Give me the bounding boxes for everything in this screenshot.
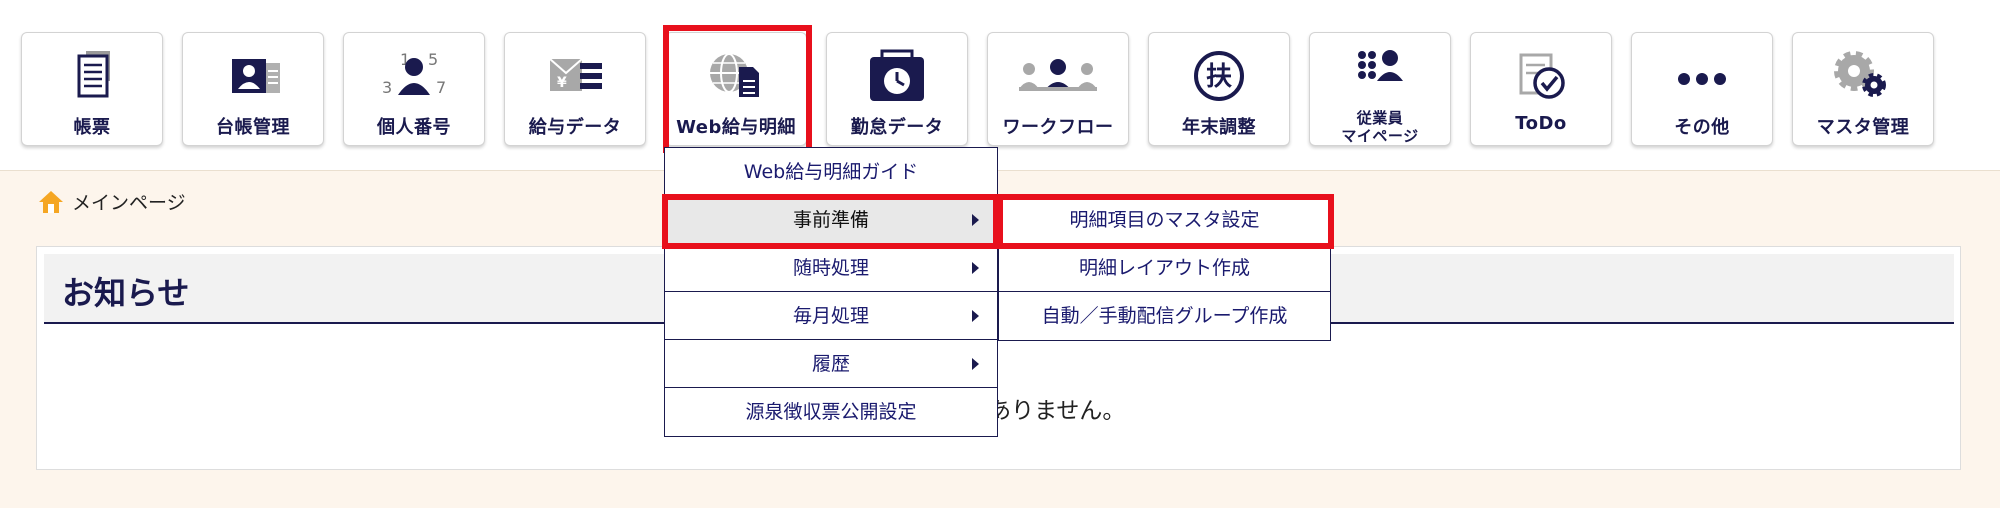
toolbar-tile-attendance[interactable]: 勤怠データ <box>826 32 968 146</box>
salary-envelope-icon: ¥ <box>549 58 602 91</box>
toolbar-tile-ledger[interactable]: 台帳管理 <box>182 32 324 146</box>
tile-label: ワークフロー <box>1002 117 1114 138</box>
tile-label-line1: 従業員 <box>1356 109 1404 127</box>
tile-label: マスタ管理 <box>1816 117 1910 138</box>
menu-item-label: 事前準備 <box>792 209 869 231</box>
todo-check-icon <box>1519 53 1565 99</box>
tile-label: 給与データ <box>528 117 622 138</box>
menu-item-label: Web給与明細ガイド <box>743 161 919 183</box>
tile-label: 従業員 マイページ <box>1310 109 1450 145</box>
preparation-submenu: 明細項目のマスタ設定 明細レイアウト作成 自動／手動配信グループ作成 <box>998 195 1331 341</box>
fu-glyph: 扶 <box>1206 62 1232 92</box>
toolbar-tile-master[interactable]: マスタ管理 <box>1792 32 1934 146</box>
notice-title: お知らせ <box>62 274 190 312</box>
menu-item-withholding-slip-settings[interactable]: 源泉徴収票公開設定 <box>665 388 997 436</box>
svg-text:7: 7 <box>436 78 446 97</box>
menu-item-label: 毎月処理 <box>792 305 869 327</box>
person-number-icon: 1 5 3 7 <box>382 50 446 97</box>
more-dots-icon <box>1678 73 1726 85</box>
toolbar-tile-salary-data[interactable]: ¥ 給与データ <box>504 32 646 146</box>
svg-text:3: 3 <box>382 78 392 97</box>
menu-item-guide[interactable]: Web給与明細ガイド <box>665 148 997 196</box>
menu-item-monthly-processing[interactable]: 毎月処理 <box>665 292 997 340</box>
gears-icon <box>1834 51 1886 97</box>
menu-item-label: 履歴 <box>811 353 850 375</box>
toolbar-tile-todo[interactable]: ToDo <box>1470 32 1612 146</box>
menu-item-history[interactable]: 履歴 <box>665 340 997 388</box>
submenu-arrow-icon <box>972 214 979 226</box>
document-list-icon <box>77 51 110 98</box>
svg-text:¥: ¥ <box>557 75 567 91</box>
fu-circle-icon: 扶 <box>1194 51 1244 101</box>
menu-item-label: 随時処理 <box>792 257 869 279</box>
tile-label: 年末調整 <box>1182 117 1256 138</box>
toolbar-tile-employee-mypage[interactable]: 従業員 マイページ <box>1309 32 1451 146</box>
svg-text:5: 5 <box>428 50 438 69</box>
submenu-item-delivery-group[interactable]: 自動／手動配信グループ作成 <box>999 292 1330 340</box>
breadcrumb-main-page[interactable]: メインページ <box>72 188 186 215</box>
toolbar-tile-others[interactable]: その他 <box>1631 32 1773 146</box>
submenu-item-layout-creation[interactable]: 明細レイアウト作成 <box>999 244 1330 292</box>
submenu-item-master-settings[interactable]: 明細項目のマスタ設定 <box>999 196 1330 244</box>
home-icon[interactable] <box>38 189 64 215</box>
tile-label: 帳票 <box>73 117 111 138</box>
employee-grid-icon <box>1358 50 1403 81</box>
highlight-box-web-payslip <box>663 25 812 153</box>
menu-item-preparation[interactable]: 事前準備 <box>665 196 997 244</box>
no-notice-text: お知らせはありません。 <box>873 398 1126 424</box>
tile-label: 勤怠データ <box>850 117 944 138</box>
submenu-arrow-icon <box>972 358 979 370</box>
timecard-clock-icon <box>870 49 924 101</box>
menu-item-label: 源泉徴収票公開設定 <box>745 401 917 423</box>
id-card-icon <box>232 59 280 93</box>
top-toolbar: 帳票 台帳管理 1 5 3 7 個人番号 ¥ 給与データ Web給与明細 勤怠デ… <box>0 0 2000 171</box>
submenu-arrow-icon <box>972 262 979 274</box>
toolbar-tile-reports[interactable]: 帳票 <box>21 32 163 146</box>
tile-label: その他 <box>1674 117 1730 138</box>
tile-label: 台帳管理 <box>216 117 290 138</box>
workflow-people-icon <box>1019 59 1097 91</box>
web-payslip-dropdown-menu: Web給与明細ガイド 事前準備 随時処理 毎月処理 履歴 源泉徴収票公開設定 <box>664 147 998 437</box>
submenu-arrow-icon <box>972 310 979 322</box>
toolbar-tile-year-end[interactable]: 扶 年末調整 <box>1148 32 1290 146</box>
menu-item-adhoc-processing[interactable]: 随時処理 <box>665 244 997 292</box>
toolbar-tile-workflow[interactable]: ワークフロー <box>987 32 1129 146</box>
breadcrumb: メインページ <box>38 188 186 215</box>
tile-label-line2: マイページ <box>1341 127 1419 145</box>
tile-label: 個人番号 <box>377 117 451 138</box>
toolbar-tile-personal-number[interactable]: 1 5 3 7 個人番号 <box>343 32 485 146</box>
tile-label: ToDo <box>1515 113 1567 134</box>
